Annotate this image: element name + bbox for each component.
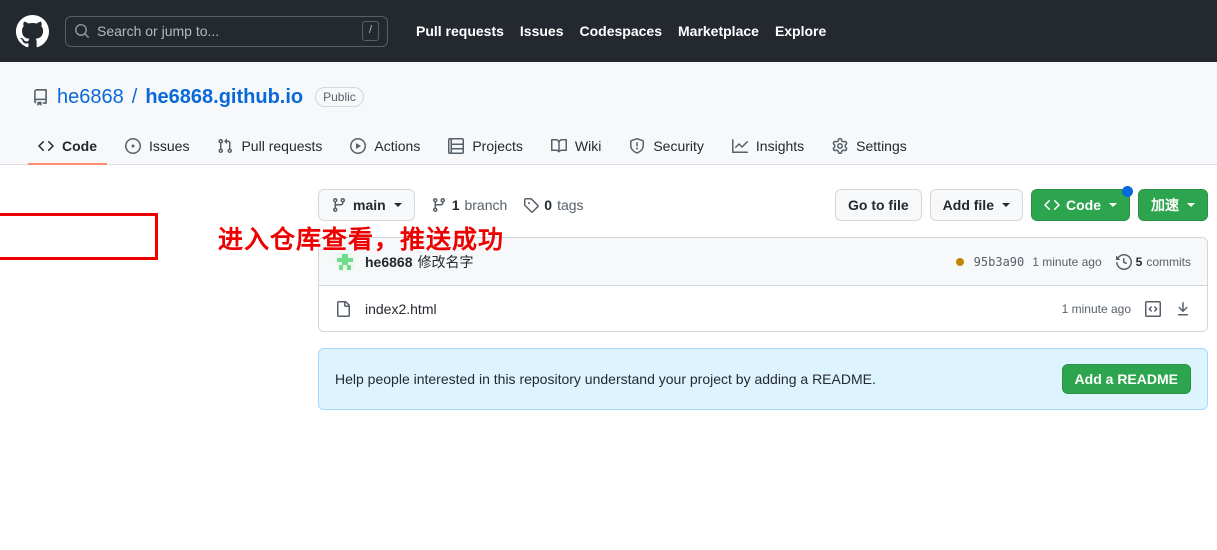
file-name-link[interactable]: index2.html [365,301,437,317]
repo-toolbar: main 1 branch 0 tags Go to file Add file [318,186,1208,221]
repository-title: he6868 / he6868.github.io Public [0,78,1217,116]
tag-icon [523,197,540,213]
commits-count-label: commits [1146,254,1191,269]
global-nav: Pull requests Issues Codespaces Marketpl… [416,23,826,39]
branch-selector[interactable]: main [318,189,415,221]
annotation-highlight-box [0,213,158,260]
table-icon [448,138,465,154]
tab-code-label: Code [62,138,97,154]
tag-count[interactable]: 0 tags [523,197,584,213]
tab-pull-requests-label: Pull requests [241,138,323,154]
chevron-down-icon [1109,203,1117,207]
tab-pull-requests[interactable]: Pull requests [207,138,332,165]
accelerate-button[interactable]: 加速 [1138,189,1208,221]
repo-icon [32,88,49,106]
search-shortcut-key: / [361,21,379,41]
chevron-down-icon [1187,203,1195,207]
commits-count[interactable]: 5 commits [1115,253,1191,270]
branch-count-value: 1 [451,197,460,213]
status-badge[interactable] [955,257,964,266]
visibility-badge: Public [315,87,364,107]
add-file-label: Add file [942,197,994,213]
tab-wiki-label: Wiki [574,138,602,154]
repo-name-link[interactable]: he6868.github.io [145,86,303,109]
file-row-meta: 1 minute ago [1061,300,1191,317]
add-readme-label: Add a README [1074,371,1178,387]
main-content: main 1 branch 0 tags Go to file Add file [0,165,1217,410]
tab-projects-label: Projects [472,138,523,154]
nav-link-explore[interactable]: Explore [775,23,826,39]
readme-banner: Help people interested in this repositor… [318,348,1208,410]
repository-header: he6868 / he6868.github.io Public Code Is… [0,62,1217,165]
toolbar-actions: Go to file Add file Code 加速 [834,186,1208,221]
add-file-button[interactable]: Add file [929,189,1023,221]
global-header: Search or jump to... / Pull requests Iss… [0,0,1217,62]
go-to-file-button[interactable]: Go to file [834,189,922,221]
tag-count-value: 0 [544,197,553,213]
nav-link-marketplace[interactable]: Marketplace [678,23,759,39]
gear-icon [832,138,848,154]
code-square-icon[interactable] [1145,300,1161,317]
tab-actions-label: Actions [374,138,421,154]
tab-security[interactable]: Security [619,138,714,165]
tab-insights-label: Insights [755,138,805,154]
file-icon [335,300,351,317]
play-icon [350,138,367,154]
issue-opened-icon [125,138,141,154]
tab-insights[interactable]: Insights [722,138,814,165]
book-icon [550,138,567,154]
commits-count-value: 5 [1135,254,1143,269]
repo-owner-link[interactable]: he6868 [57,86,124,109]
code-button[interactable]: Code [1031,186,1133,221]
accelerate-label: 加速 [1151,197,1179,213]
git-pull-request-icon [217,138,233,154]
tab-wiki[interactable]: Wiki [541,138,611,165]
go-to-file-label: Go to file [847,197,909,213]
nav-link-issues[interactable]: Issues [520,23,564,39]
branch-count-label: branch [464,197,508,213]
chevron-down-icon [393,203,402,207]
commit-timestamp: 1 minute ago [1032,254,1102,269]
code-button-label: Code [1066,197,1101,213]
history-icon [1115,253,1132,270]
github-mark-icon[interactable] [16,14,49,48]
notification-dot [1122,186,1133,197]
tab-code[interactable]: Code [28,138,107,165]
table-row: index2.html 1 minute ago [319,286,1207,331]
nav-link-codespaces[interactable]: Codespaces [580,23,662,39]
tab-settings-label: Settings [856,138,907,154]
shield-icon [629,138,645,154]
git-branch-icon [331,197,347,213]
file-timestamp: 1 minute ago [1061,301,1131,316]
branch-name: main [353,197,386,213]
tab-security-label: Security [653,138,704,154]
tab-actions[interactable]: Actions [340,138,430,165]
add-readme-button[interactable]: Add a README [1061,364,1191,394]
readme-banner-text: Help people interested in this repositor… [335,371,876,387]
tag-count-label: tags [557,197,584,213]
search-input[interactable]: Search or jump to... / [65,15,388,47]
commit-metadata: 95b3a90 1 minute ago 5 commits [955,253,1191,270]
search-placeholder: Search or jump to... [97,23,220,39]
tab-settings[interactable]: Settings [822,138,917,165]
search-icon [74,23,90,39]
tab-projects[interactable]: Projects [438,138,533,165]
commit-sha[interactable]: 95b3a90 [974,255,1025,269]
repo-path-separator: / [131,85,138,108]
git-branch-icon [431,197,447,213]
branch-count[interactable]: 1 branch [431,197,508,213]
download-icon[interactable] [1175,301,1191,317]
annotation-text: 进入仓库查看，推送成功 [218,226,505,254]
tab-issues-label: Issues [149,138,190,154]
code-icon [38,138,54,154]
repository-tabs: Code Issues Pull requests Actions Projec… [0,126,1217,165]
nav-link-pull-requests[interactable]: Pull requests [416,23,504,39]
graph-icon [731,138,748,154]
code-icon [1044,197,1060,213]
tab-issues[interactable]: Issues [115,138,199,165]
chevron-down-icon [1002,203,1010,207]
